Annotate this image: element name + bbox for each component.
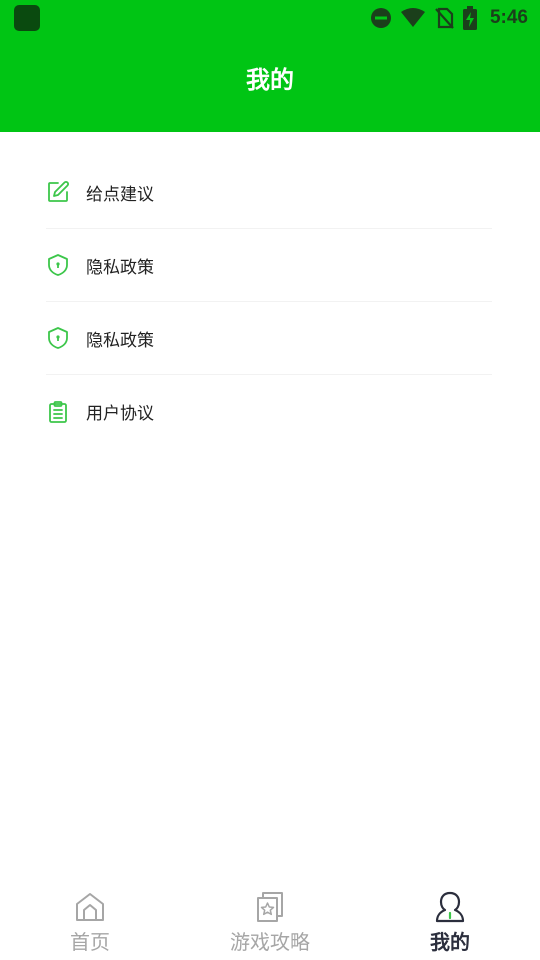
clipboard-icon bbox=[46, 400, 70, 424]
edit-icon bbox=[46, 180, 70, 204]
nav-tab-game-guide[interactable]: 游戏攻略 bbox=[180, 880, 360, 960]
status-bar: 5:46 bbox=[0, 0, 540, 36]
guide-icon bbox=[253, 890, 287, 924]
shield-icon bbox=[46, 253, 70, 277]
menu-item-privacy-policy-2[interactable]: 隐私政策 bbox=[46, 302, 492, 375]
nav-tab-label: 游戏攻略 bbox=[230, 930, 310, 954]
settings-menu: 给点建议 隐私政策 隐私政策 用户协议 bbox=[46, 156, 492, 448]
menu-item-label: 用户协议 bbox=[86, 404, 154, 424]
nav-tab-label: 首页 bbox=[70, 930, 110, 954]
menu-item-label: 隐私政策 bbox=[86, 257, 154, 278]
bottom-navigation: 首页 游戏攻略 我的 bbox=[0, 880, 540, 960]
nav-tab-profile[interactable]: 我的 bbox=[360, 880, 540, 960]
battery-charging-icon bbox=[462, 6, 478, 30]
wifi-icon bbox=[400, 7, 426, 29]
menu-item-feedback[interactable]: 给点建议 bbox=[46, 156, 492, 229]
app-notification-icon bbox=[14, 5, 40, 31]
do-not-disturb-icon bbox=[370, 7, 392, 29]
status-icons: 5:46 bbox=[370, 6, 528, 30]
menu-item-label: 隐私政策 bbox=[86, 330, 154, 351]
menu-item-user-agreement[interactable]: 用户协议 bbox=[46, 375, 492, 448]
nav-tab-home[interactable]: 首页 bbox=[0, 880, 180, 960]
home-icon bbox=[73, 890, 107, 924]
page-title: 我的 bbox=[246, 66, 294, 94]
nav-tab-label: 我的 bbox=[430, 930, 470, 954]
profile-icon bbox=[433, 890, 467, 924]
clock: 5:46 bbox=[489, 7, 528, 28]
menu-item-label: 给点建议 bbox=[86, 184, 154, 205]
header-bar: 5:46 我的 bbox=[0, 0, 540, 132]
menu-item-privacy-policy[interactable]: 隐私政策 bbox=[46, 229, 492, 302]
no-sim-icon bbox=[434, 7, 454, 29]
shield-icon bbox=[46, 326, 70, 350]
